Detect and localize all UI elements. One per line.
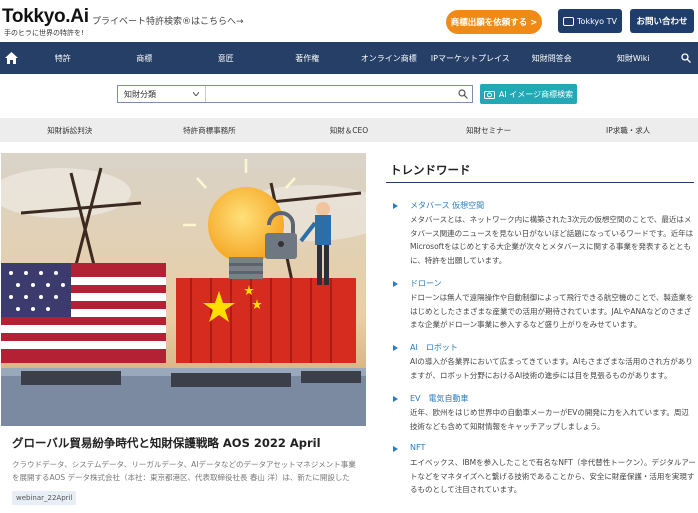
trend-item-title[interactable]: NFT [410, 443, 425, 452]
nav-item-ip-marketplace[interactable]: IPマーケットプレイス [430, 53, 512, 64]
nav-item-copyright[interactable]: 著作権 [267, 53, 349, 64]
nav-item-qa[interactable]: 知財問答会 [511, 53, 593, 64]
category-select[interactable]: 知財分類 [118, 86, 206, 102]
chevron-down-icon [193, 92, 199, 96]
search-submit-icon[interactable] [454, 86, 472, 102]
trend-item-description: メタバースとは、ネットワーク内に構築された3次元の仮想空間のことで、最近はメタバ… [410, 215, 694, 265]
nav-item-online-trademark[interactable]: オンライン商標 [348, 53, 430, 64]
category-select-value: 知財分類 [124, 89, 156, 99]
trend-divider [386, 182, 694, 183]
trend-item-description: エイベックス、IBMを参入したことで有名なNFT（非代替性トークン）。デジタルア… [410, 458, 696, 495]
subnav-item-offices[interactable]: 特許商標事務所 [140, 125, 280, 136]
nav-item-design[interactable]: 意匠 [185, 53, 267, 64]
nav-item-wiki[interactable]: 知財Wiki [593, 53, 675, 64]
trend-item-title[interactable]: メタバース 仮想空間 [410, 200, 484, 211]
camera-icon [483, 90, 495, 99]
triangle-bullet-icon [393, 345, 398, 351]
triangle-bullet-icon [393, 396, 398, 402]
tokkyo-tv-label: Tokkyo TV [577, 16, 617, 26]
search-icon[interactable] [674, 42, 698, 74]
search-input[interactable] [206, 86, 454, 102]
sub-nav: 知財訴訟判決 特許商標事務所 知財＆CEO 知財セミナー IP求職・求人 [0, 118, 698, 142]
tv-icon [563, 16, 575, 26]
site-logo[interactable]: Tokkyo.Ai [2, 6, 89, 28]
trend-item-description: AIの導入が各業界において広まってきています。AIもさまざまな活用のされ方があり… [410, 357, 693, 380]
subnav-item-lawsuits[interactable]: 知財訴訟判決 [0, 125, 140, 136]
trend-item-description: 近年、欧州をはじめ世界中の自動車メーカーがEVの開発に力を入れています。周辺技術… [410, 408, 689, 431]
trend-item-title[interactable]: ドローン [410, 278, 442, 289]
logo-tagline: 手のヒラに世界の特許を! [4, 29, 84, 37]
contact-button[interactable]: お問い合わせ [630, 9, 694, 33]
nav-item-trademark[interactable]: 商標 [104, 53, 186, 64]
trend-item-title[interactable]: EV 電気自動車 [410, 393, 469, 404]
tokkyo-tv-button[interactable]: Tokkyo TV [558, 9, 622, 33]
trend-words-heading: トレンドワード [390, 163, 471, 177]
search-bar: 知財分類 [117, 85, 473, 103]
triangle-bullet-icon [393, 281, 398, 287]
nav-item-patent[interactable]: 特許 [22, 53, 104, 64]
triangle-bullet-icon [393, 446, 398, 452]
trend-item-title[interactable]: AI ロボット [410, 342, 458, 353]
site-header: Tokkyo.Ai 手のヒラに世界の特許を! プライベート特許検索®はこちらへ→… [0, 0, 698, 42]
feature-article-title[interactable]: グローバル貿易紛争時代と知財保護戦略 AOS 2022 April [12, 435, 321, 451]
private-search-link[interactable]: プライベート特許検索®はこちらへ→ [92, 14, 244, 27]
ai-image-search-label: AI イメージ商標検索 [498, 89, 574, 99]
triangle-bullet-icon [393, 203, 398, 209]
subnav-item-ceo[interactable]: 知財＆CEO [279, 125, 419, 136]
order-trademark-button[interactable]: 商標出願を依頼する > [446, 10, 542, 34]
ai-image-search-button[interactable]: AI イメージ商標検索 [480, 84, 577, 104]
subnav-item-jobs[interactable]: IP求職・求人 [558, 125, 698, 136]
subnav-item-seminar[interactable]: 知財セミナー [419, 125, 559, 136]
feature-article-description: クラウドデータ、システムデータ、リーガルデータ、AIデータなどのデータアセットマ… [12, 460, 356, 482]
feature-article-tag[interactable]: webinar_22April [12, 491, 77, 505]
feature-article-image[interactable] [1, 153, 366, 426]
home-icon[interactable] [0, 42, 22, 74]
main-nav: 特許 商標 意匠 著作権 オンライン商標 IPマーケットプレイス 知財問答会 知… [0, 42, 698, 74]
trend-item-description: ドローンは無人で遠隔操作や自動制御によって飛行できる航空機のことで、製造業をはじ… [410, 293, 694, 330]
